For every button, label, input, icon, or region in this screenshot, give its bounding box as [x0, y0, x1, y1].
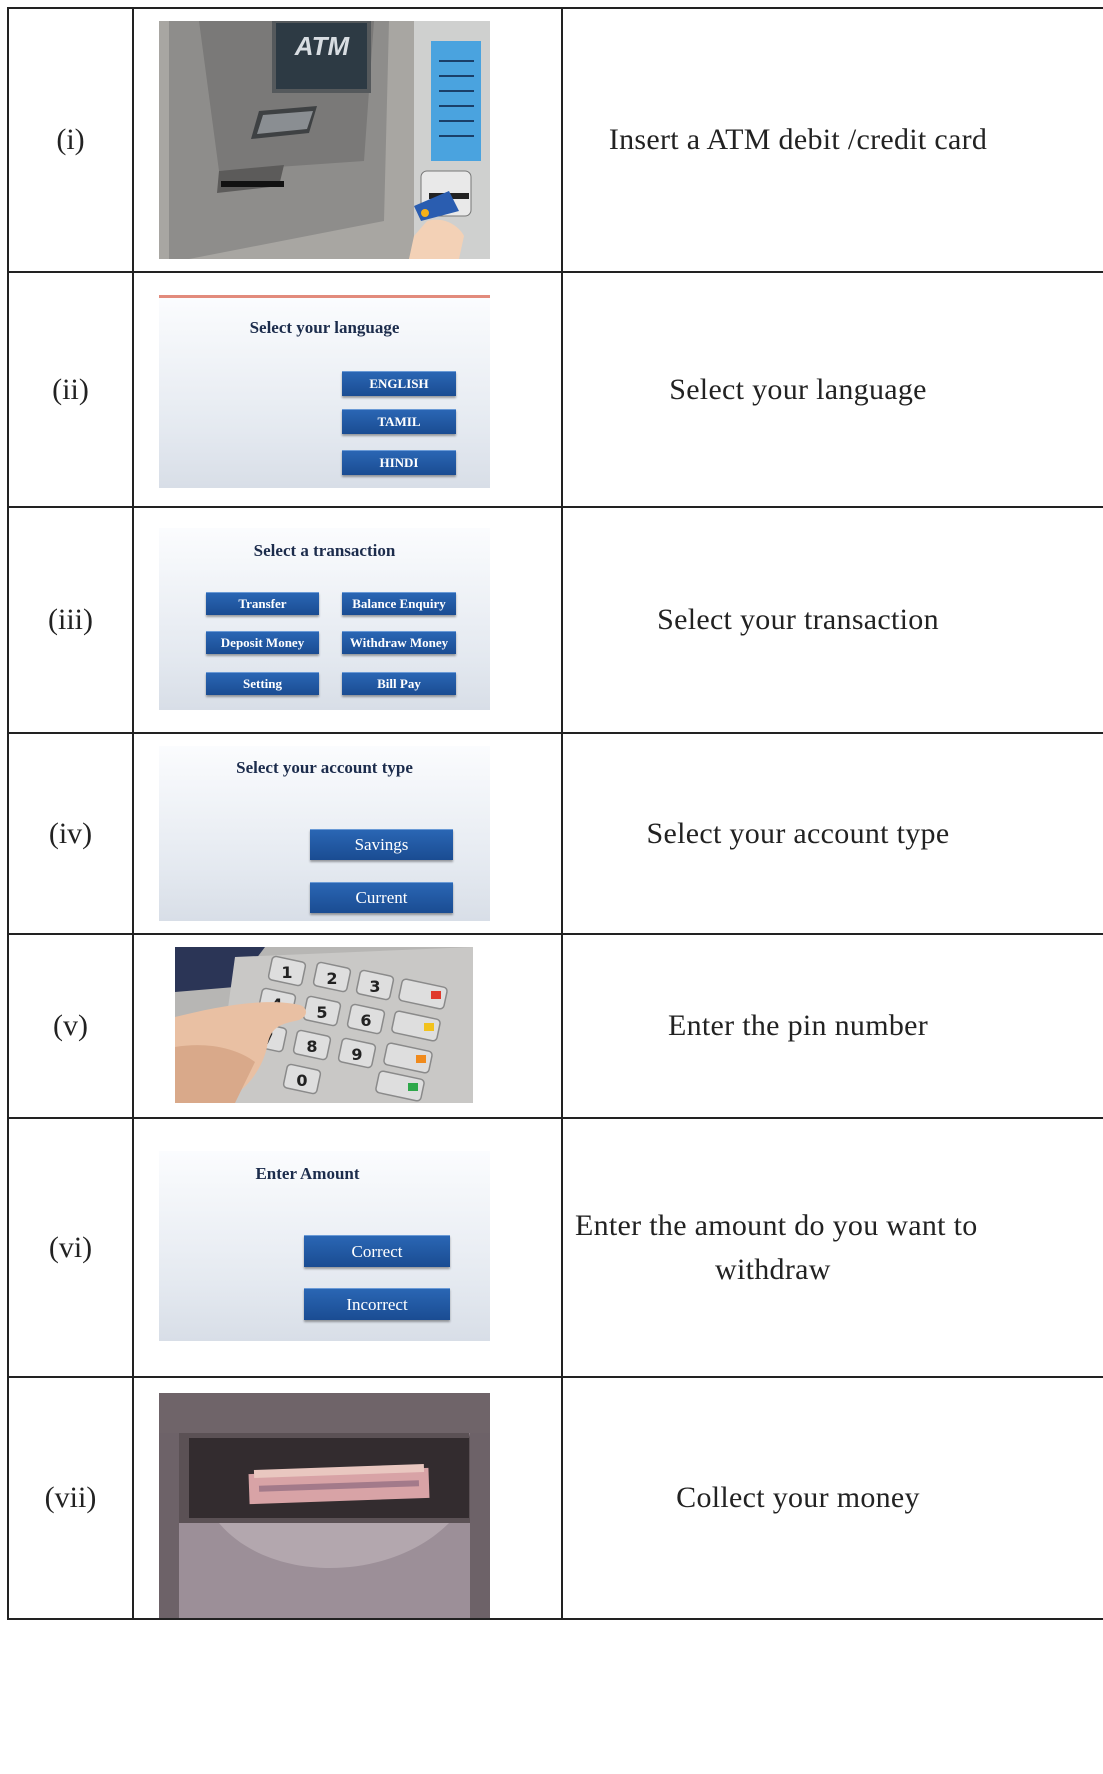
screen-title: Select your language	[249, 318, 400, 337]
step-number: (ii)	[7, 271, 134, 508]
atm-label: ATM	[294, 31, 351, 61]
key-9: 9	[351, 1045, 362, 1064]
amount-screen: Enter Amount Correct Incorrect	[159, 1151, 490, 1341]
step-number: (vi)	[7, 1117, 134, 1378]
step-image-cell: Select your language ENGLISH TAMIL HINDI	[132, 271, 563, 508]
setting-button[interactable]: Setting	[206, 672, 319, 695]
step-image-cell: ATM	[132, 7, 563, 273]
step-description: Insert a ATM debit /credit card	[608, 123, 988, 156]
step-image-cell	[132, 1376, 563, 1620]
key-0: 0	[296, 1071, 307, 1090]
step-image-cell: Select a transaction Transfer Balance En…	[132, 506, 563, 734]
step-number: (i)	[7, 7, 134, 273]
keypad-image: 1 2 3 4 5 6 7 8 9 0	[175, 947, 473, 1103]
screen-title: Enter Amount	[255, 1164, 360, 1183]
key-5: 5	[316, 1003, 327, 1022]
step-description: Collect your money	[676, 1481, 920, 1514]
description-line-2: withdraw	[715, 1252, 831, 1286]
cash-dispenser-image	[159, 1393, 490, 1618]
key-2: 2	[326, 969, 337, 988]
steps-table: (i) ATM Insert a ATM debit /credit card …	[7, 7, 1103, 1620]
language-screen: Select your language ENGLISH TAMIL HINDI	[159, 295, 490, 488]
transfer-button[interactable]: Transfer	[206, 592, 319, 615]
step-number: (v)	[7, 933, 134, 1119]
step-number: (iv)	[7, 732, 134, 935]
step-image-cell: Select your account type Savings Current	[132, 732, 563, 935]
step-description: Enter the amount do you want to withdraw	[563, 1204, 1045, 1292]
transaction-screen: Select a transaction Transfer Balance En…	[159, 528, 490, 710]
description-line-1: Enter the amount do you want to	[575, 1208, 978, 1242]
table-row: (vi) Enter Amount Correct Incorrect Ente…	[7, 1117, 1103, 1378]
current-button[interactable]: Current	[310, 882, 453, 913]
tamil-button[interactable]: TAMIL	[342, 409, 456, 434]
step-description: Select your language	[669, 372, 927, 406]
table-row: (iv) Select your account type Savings Cu…	[7, 732, 1103, 935]
step-image-cell: Enter Amount Correct Incorrect	[132, 1117, 563, 1378]
key-8: 8	[306, 1037, 317, 1056]
table-row: (i) ATM Insert a ATM debit /credit card	[7, 7, 1103, 273]
screen-title: Select your account type	[236, 758, 413, 777]
key-6: 6	[360, 1011, 371, 1030]
correct-button[interactable]: Correct	[304, 1235, 450, 1267]
savings-button[interactable]: Savings	[310, 829, 453, 860]
bill-pay-button[interactable]: Bill Pay	[342, 672, 456, 695]
atm-card-slot-image: ATM	[159, 21, 490, 259]
hindi-button[interactable]: HINDI	[342, 450, 456, 475]
deposit-money-button[interactable]: Deposit Money	[206, 631, 319, 654]
key-3: 3	[369, 977, 380, 996]
table-row: (iii) Select a transaction Transfer Bala…	[7, 506, 1103, 734]
account-type-screen: Select your account type Savings Current	[159, 746, 490, 921]
step-description: Enter the pin number	[667, 1009, 929, 1042]
step-image-cell: 1 2 3 4 5 6 7 8 9 0	[132, 933, 563, 1119]
withdraw-money-button[interactable]: Withdraw Money	[342, 631, 456, 654]
screen-title: Select a transaction	[253, 541, 396, 560]
table-row: (ii) Select your language ENGLISH TAMIL …	[7, 271, 1103, 508]
key-1: 1	[281, 963, 292, 982]
english-button[interactable]: ENGLISH	[342, 371, 456, 396]
step-description: Select your account type	[646, 816, 950, 850]
table-row: (v) 1 2 3 5 6 8 9 0 Enter the pin number	[7, 933, 1103, 1119]
incorrect-button[interactable]: Incorrect	[304, 1288, 450, 1320]
step-description: Select your transaction	[657, 603, 939, 636]
balance-enquiry-button[interactable]: Balance Enquiry	[342, 592, 456, 615]
table-row: (vii) Collect your money	[7, 1376, 1103, 1620]
step-number: (vii)	[7, 1376, 134, 1620]
step-number: (iii)	[7, 506, 134, 734]
